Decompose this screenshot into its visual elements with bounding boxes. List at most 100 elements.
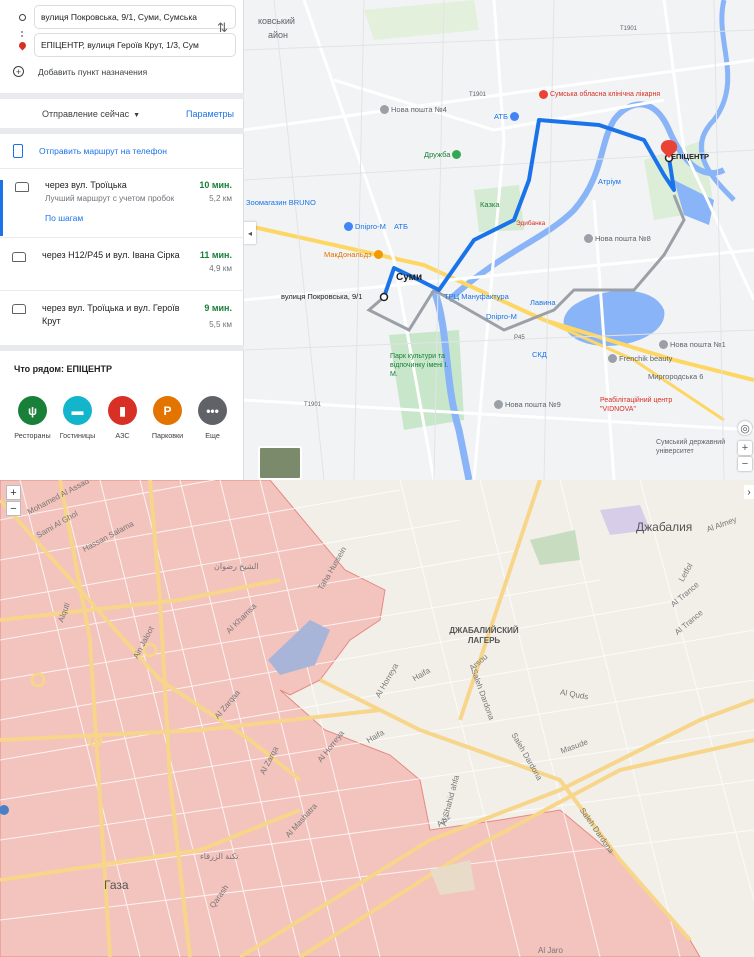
- map-label: айон: [268, 30, 289, 40]
- add-icon: +: [13, 66, 24, 77]
- start-marker: [379, 292, 389, 302]
- destination-pin-icon: [10, 40, 34, 50]
- category-parking[interactable]: P Парковки: [145, 396, 190, 440]
- phone-icon: [13, 144, 23, 158]
- poi-label: Дружба: [424, 150, 451, 159]
- selected-route: [382, 118, 676, 298]
- divider: [0, 168, 244, 169]
- poi-rehab[interactable]: Реабілітаційний центр "VIDNOVA": [600, 396, 700, 414]
- route-option-1[interactable]: через вул. Троїцька 10 мин. Лучший маршру…: [0, 180, 244, 236]
- category-gas[interactable]: ▮ АЗС: [100, 396, 145, 440]
- gas-station-icon: ▮: [108, 396, 137, 425]
- options-button[interactable]: Параметры: [186, 109, 234, 119]
- poi-mcd[interactable]: МакДональдз: [324, 250, 383, 259]
- poi-dnipro1[interactable]: Dnipro-M: [344, 222, 386, 231]
- poi-zoo[interactable]: Зоомагазин BRUNO: [246, 198, 316, 207]
- origin-input[interactable]: вулиця Покровська, 9/1, Суми, Сумська: [34, 5, 236, 29]
- poi-trc[interactable]: ТРЦ Мануфактура: [444, 292, 509, 301]
- poi-label: Frenchik beauty: [619, 354, 673, 363]
- add-destination-button[interactable]: + Добавить пункт назначения: [13, 66, 147, 77]
- layers-thumbnail[interactable]: [258, 446, 302, 480]
- poi-frenchik[interactable]: Frenchik beauty: [608, 354, 672, 363]
- poi-atb[interactable]: АТБ: [494, 112, 519, 121]
- route-time: 10 мин.: [199, 180, 232, 190]
- poi-hospital[interactable]: Сумська обласна клінічна лікарня: [539, 90, 669, 99]
- hospital-icon: [539, 90, 548, 99]
- pin-icon: [494, 400, 503, 409]
- poi-zabka[interactable]: Эдибанка: [516, 220, 545, 227]
- send-to-phone-label: Отправить маршрут на телефон: [39, 146, 167, 156]
- swap-icon[interactable]: ⇅: [217, 20, 228, 36]
- park-area: [530, 530, 580, 565]
- depart-label: Отправление сейчас: [42, 109, 130, 119]
- poi-np9[interactable]: Нова пошта №9: [494, 400, 561, 409]
- poi-label: ТРЦ Мануфактура: [444, 292, 509, 301]
- send-to-phone-button[interactable]: Отправить маршрут на телефон: [13, 144, 167, 158]
- pin-icon: [380, 105, 389, 114]
- district-label: ДЖАБАЛИЙСКИЙ ЛАГЕРЬ: [449, 626, 519, 645]
- zoom-in-button[interactable]: +: [738, 441, 752, 455]
- poi-mirgorod[interactable]: Миргородська 6: [648, 372, 703, 381]
- poi-np8[interactable]: Нова пошта №8: [584, 234, 651, 243]
- poi-label: Лавина: [530, 298, 556, 307]
- poi-label: АТБ: [494, 112, 508, 121]
- route-option-2[interactable]: через H12/P45 и вул. Івана Сірка 11 мин. …: [0, 250, 244, 286]
- route-map[interactable]: ковський айон T1901 T1901 T1901 P45 Сумс…: [244, 0, 754, 480]
- shop-icon: [509, 112, 519, 121]
- google-maps-window: вулиця Покровська, 9/1, Суми, Сумська ЕП…: [0, 0, 754, 480]
- poi-park[interactable]: Парк культури та відпочинку імені І. М.: [390, 352, 454, 379]
- route-via: через вул. Троїцька: [45, 180, 127, 190]
- poi-atb2[interactable]: АТБ: [394, 222, 408, 231]
- category-hotels[interactable]: ▬ Гостиницы: [55, 396, 100, 440]
- route-distance: 5,5 км: [209, 320, 232, 329]
- poi-kazka[interactable]: Казка: [480, 200, 500, 209]
- poi-np1[interactable]: Нова пошта №1: [659, 340, 726, 349]
- city-label: Газа: [104, 878, 129, 892]
- poi-label: Dnipro-M: [486, 312, 517, 321]
- poi-univ[interactable]: Сумський державний університет: [656, 438, 746, 456]
- my-location-icon[interactable]: ◎: [738, 421, 752, 435]
- divider: [0, 128, 244, 134]
- depart-time-select[interactable]: Отправление сейчас ▼: [42, 109, 140, 119]
- pin-icon: [608, 354, 617, 363]
- poi-label: Реабілітаційний центр "VIDNOVA": [600, 397, 673, 413]
- expand-button[interactable]: ›: [744, 485, 754, 499]
- car-icon: [12, 304, 26, 314]
- highway: [244, 223, 754, 382]
- destination-row: ЕПІЦЕНТР, вулиця Героїв Крут, 1/3, Сум: [10, 33, 236, 57]
- destination-input[interactable]: ЕПІЦЕНТР, вулиця Героїв Крут, 1/3, Сум: [34, 33, 236, 57]
- route-distance: 5,2 км: [209, 194, 232, 203]
- nearby-categories: ψ Рестораны ▬ Гостиницы ▮ АЗС P Парковки…: [10, 396, 235, 440]
- poi-np4[interactable]: Нова пошта №4: [380, 105, 447, 114]
- poi-lavina[interactable]: Лавина: [530, 298, 556, 307]
- poi-label: Сумська обласна клінічна лікарня: [550, 91, 661, 98]
- park-area: [364, 0, 479, 40]
- divider: [0, 237, 244, 238]
- car-icon: [15, 182, 29, 192]
- car-icon: [12, 252, 26, 262]
- poi-dnipro2[interactable]: Dnipro-M: [486, 312, 517, 321]
- category-restaurants[interactable]: ψ Рестораны: [10, 396, 55, 440]
- poi-label: СКД: [532, 350, 547, 359]
- poi-atrium[interactable]: Атріум: [598, 177, 621, 186]
- restaurant-icon: ψ: [18, 396, 47, 425]
- poi-label: МакДональдз: [324, 250, 372, 259]
- zoom-out-button[interactable]: −: [6, 501, 21, 516]
- steps-link[interactable]: По шагам: [45, 213, 232, 223]
- category-more[interactable]: ••• Еще: [190, 396, 235, 440]
- category-label: АЗС: [115, 431, 130, 440]
- route-option-3[interactable]: через вул. Троїцька и вул. Героїв Крут 9 …: [0, 302, 244, 342]
- more-icon: •••: [198, 396, 227, 425]
- zoom-out-button[interactable]: −: [738, 457, 752, 471]
- road-label: T1901: [620, 26, 638, 32]
- origin-dot-icon: [10, 13, 34, 21]
- zoom-in-button[interactable]: +: [6, 485, 21, 500]
- road-label: T1901: [469, 92, 487, 98]
- poi-druzhba[interactable]: Дружба: [424, 150, 462, 159]
- collapse-panel-button[interactable]: ◂: [244, 222, 256, 244]
- poi-skd[interactable]: СКД: [532, 350, 547, 359]
- lake: [563, 290, 665, 346]
- gaza-map[interactable]: + − › Джабалия ДЖАБАЛИЙСКИЙ ЛАГЕРЬ Газа …: [0, 480, 754, 957]
- poi-label: Сумський державний університет: [656, 439, 726, 455]
- poi-label: Зоомагазин BRUNO: [246, 198, 316, 207]
